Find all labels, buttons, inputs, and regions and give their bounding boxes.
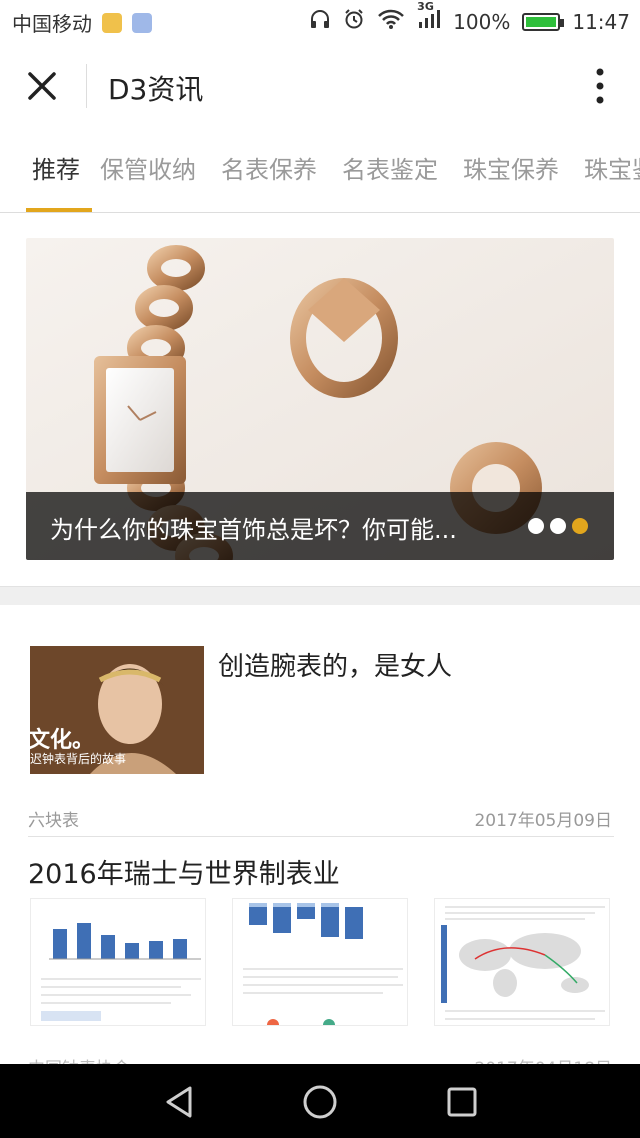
close-icon: [28, 72, 56, 100]
battery-icon: [522, 12, 565, 31]
article-image-chart-stacked[interactable]: [232, 898, 408, 1026]
alarm-icon: [343, 8, 365, 35]
active-tab-indicator: [26, 208, 92, 212]
banner-carousel[interactable]: 为什么你的珠宝首饰总是坏？你可能...: [26, 238, 614, 560]
carrier-label: 中国移动: [12, 12, 92, 36]
title-bar: D3资讯: [0, 44, 640, 129]
tab-watch-authentication[interactable]: 名表鉴定: [342, 150, 438, 185]
tab-jewelry-care[interactable]: 珠宝保养: [463, 150, 559, 185]
article-date: 2017年05月09日: [474, 811, 612, 831]
clock: 11:47: [572, 9, 630, 34]
more-vertical-icon: [596, 68, 604, 104]
article-thumbnail[interactable]: 文化。 迟钟表背后的故事: [30, 646, 204, 774]
home-button[interactable]: [298, 1080, 342, 1124]
system-nav-bar: [0, 1064, 640, 1138]
tab-watch-care[interactable]: 名表保养: [221, 150, 317, 185]
category-tabs: 推荐 保管收纳 名表保养 名表鉴定 珠宝保养 珠宝鉴: [0, 128, 640, 213]
back-button[interactable]: [158, 1080, 202, 1124]
stacked-chart-thumbnail: [243, 903, 403, 1025]
tab-recommended[interactable]: 推荐: [32, 150, 80, 185]
headphones-icon: [309, 8, 331, 35]
carousel-dot[interactable]: [528, 518, 544, 534]
home-circle-icon: [303, 1085, 337, 1119]
carousel-indicator: [528, 518, 588, 534]
article-image-chart-map[interactable]: [434, 898, 610, 1026]
battery-percent: 100%: [453, 9, 511, 34]
banner-caption: 为什么你的珠宝首饰总是坏？你可能...: [26, 492, 614, 560]
article-image-chart-bar[interactable]: [30, 898, 206, 1026]
image-notification-icon: [132, 12, 152, 33]
recents-button[interactable]: [440, 1080, 484, 1124]
map-chart-thumbnail: [441, 906, 605, 1020]
thumbnail-overlay-subtext: 迟钟表背后的故事: [30, 752, 127, 766]
title-divider: [86, 64, 87, 108]
banner-caption-text: 为什么你的珠宝首饰总是坏？你可能...: [50, 516, 457, 544]
close-button[interactable]: [18, 62, 66, 110]
section-separator: [0, 586, 640, 605]
status-bar: 中国移动 3G 100% 11:47: [0, 0, 640, 44]
mail-notification-icon: [102, 12, 122, 33]
article-title[interactable]: 2016年瑞士与世界制表业: [28, 852, 340, 891]
article-divider: [28, 836, 614, 837]
more-options-button[interactable]: [580, 64, 620, 108]
signal-icon: 3G: [417, 0, 441, 35]
carousel-dot-active[interactable]: [572, 518, 588, 534]
back-triangle-icon: [166, 1086, 192, 1118]
tab-jewelry-authentication[interactable]: 珠宝鉴: [584, 150, 640, 185]
article-title[interactable]: 创造腕表的，是女人: [218, 646, 452, 683]
recents-square-icon: [447, 1087, 477, 1117]
article-source: 六块表: [28, 811, 79, 831]
page-title: D3资讯: [108, 73, 204, 106]
wifi-icon: [377, 8, 405, 35]
bar-chart-thumbnail: [41, 923, 201, 1021]
carousel-dot[interactable]: [550, 518, 566, 534]
tab-storage[interactable]: 保管收纳: [100, 150, 196, 185]
